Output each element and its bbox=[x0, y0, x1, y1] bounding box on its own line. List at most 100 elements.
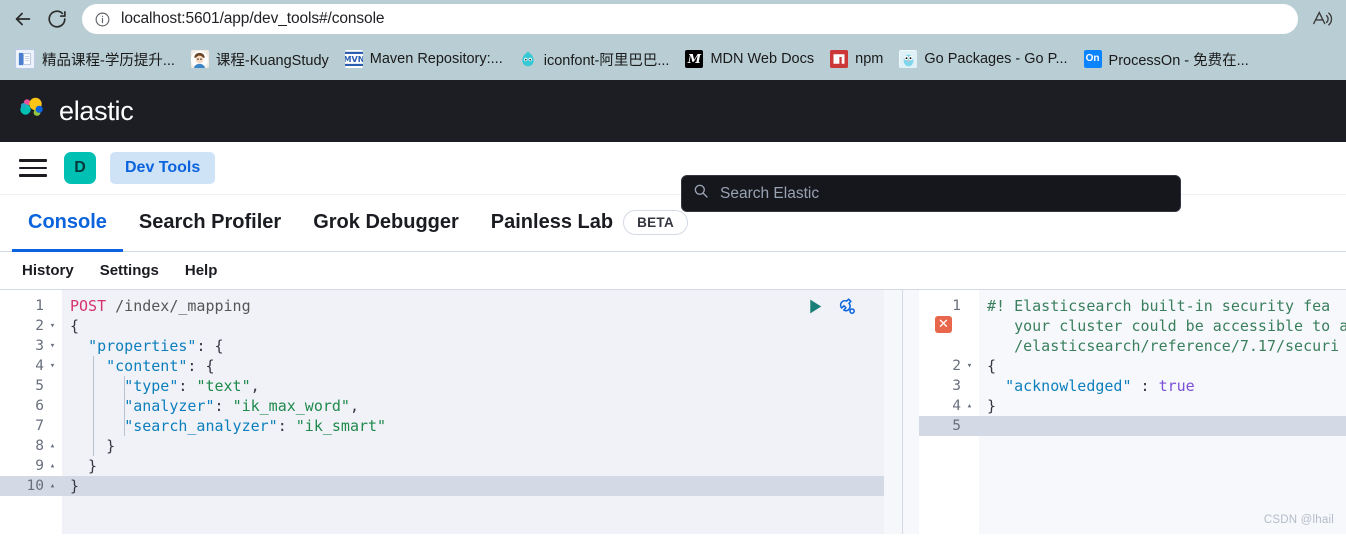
code-token: "content" bbox=[106, 357, 188, 375]
tab-label: Grok Debugger bbox=[313, 211, 459, 233]
code-line: #! Elasticsearch built-in security fea bbox=[979, 296, 1346, 316]
code-line: /elasticsearch/reference/7.17/securi bbox=[979, 336, 1346, 356]
line-number-text: 1 bbox=[952, 298, 961, 314]
code-token: POST bbox=[70, 297, 107, 315]
line-number: 9 ▴ bbox=[0, 456, 62, 476]
indent-guide bbox=[124, 376, 125, 436]
fold-toggle-icon[interactable]: ▴ bbox=[965, 401, 974, 411]
elastic-brand[interactable]: elastic bbox=[16, 93, 134, 130]
tab-search-profiler[interactable]: Search Profiler bbox=[123, 196, 297, 252]
line-number: 3 bbox=[919, 376, 979, 396]
tab-console[interactable]: Console bbox=[12, 196, 123, 252]
line-number: 2 ▾ bbox=[919, 356, 979, 376]
code-token: : bbox=[1131, 377, 1159, 395]
code-token: { bbox=[987, 357, 997, 375]
fold-toggle-icon[interactable]: ▾ bbox=[48, 361, 57, 371]
bookmark-item[interactable]: iconfont-阿里巴巴... bbox=[512, 45, 677, 73]
console-workspace: 1 2 ▾ 3 ▾ 4 ▾ 5 6 7 8 ▴ 9 ▴ 10 ▴ POST /index/_mapping{ … bbox=[0, 290, 1346, 534]
code-token: "analyzer" bbox=[124, 397, 215, 415]
fold-toggle-icon[interactable]: ▾ bbox=[965, 361, 974, 371]
bookmark-item[interactable]: On ProcessOn - 免费在... bbox=[1077, 45, 1256, 73]
breadcrumb[interactable]: Dev Tools bbox=[110, 152, 216, 184]
bookmark-label: 课程-KuangStudy bbox=[215, 52, 329, 69]
nav-menu-button[interactable] bbox=[16, 153, 50, 183]
response-editor[interactable]: ✕ 1 2 ▾ 3 4 ▴ 5 #! Elasticsearch built-in secu… bbox=[919, 290, 1346, 534]
bookmark-item[interactable]: M MDN Web Docs bbox=[678, 45, 821, 73]
elastic-header: elastic Search Elastic bbox=[0, 80, 1346, 212]
code-token: "properties" bbox=[88, 337, 197, 355]
address-bar[interactable]: localhost:5601/app/dev_tools#/console bbox=[82, 4, 1298, 34]
line-number-text: 6 bbox=[35, 398, 44, 414]
mvn-icon: MVN bbox=[344, 50, 363, 68]
line-number: 2 ▾ bbox=[0, 316, 62, 336]
code-token: : bbox=[277, 417, 296, 435]
back-button[interactable] bbox=[6, 2, 40, 36]
code-token: "ik_smart" bbox=[295, 417, 387, 435]
code-line: "search_analyzer": "ik_smart" bbox=[62, 416, 902, 436]
tab-painless-lab[interactable]: Painless Lab BETA bbox=[475, 196, 704, 252]
bookmark-item[interactable]: npm bbox=[823, 45, 890, 73]
fold-toggle-icon[interactable]: ▾ bbox=[48, 341, 57, 351]
processon-icon: On bbox=[1083, 50, 1102, 68]
fold-toggle-icon[interactable]: ▾ bbox=[48, 321, 57, 331]
bookmark-item[interactable]: 精品课程-学历提升... bbox=[8, 45, 182, 73]
code-token: your cluster could be accessible to a bbox=[987, 317, 1346, 335]
line-number: 5 bbox=[919, 416, 979, 436]
fold-toggle-icon[interactable]: ▴ bbox=[48, 461, 57, 471]
request-editor[interactable]: 1 2 ▾ 3 ▾ 4 ▾ 5 6 7 8 ▴ 9 ▴ 10 ▴ POST /index/_mapping{ … bbox=[0, 290, 902, 534]
pane-divider[interactable] bbox=[902, 290, 919, 534]
response-code-area[interactable]: #! Elasticsearch built-in security fea y… bbox=[979, 290, 1346, 534]
console-menu-button[interactable] bbox=[837, 296, 858, 317]
code-line: } bbox=[62, 476, 902, 496]
fold-toggle-icon[interactable]: ▴ bbox=[48, 441, 57, 451]
line-number: 10 ▴ bbox=[0, 476, 62, 496]
bookmark-item[interactable]: 课程-KuangStudy bbox=[184, 45, 336, 73]
code-token: /elasticsearch/reference/7.17/securi bbox=[987, 337, 1340, 355]
avatar-icon bbox=[190, 50, 209, 68]
code-line: "acknowledged" : true bbox=[979, 376, 1346, 396]
line-number: 4 ▾ bbox=[0, 356, 62, 376]
line-number-text: 9 bbox=[35, 458, 44, 474]
line-number: 4 ▴ bbox=[919, 396, 979, 416]
line-number-text: 4 bbox=[35, 358, 44, 374]
bookmark-item[interactable]: Go Packages - Go P... bbox=[892, 45, 1074, 73]
line-number-text: 3 bbox=[952, 378, 961, 394]
code-line bbox=[979, 416, 1346, 436]
line-number-text: 4 bbox=[952, 398, 961, 414]
bookmark-item[interactable]: MVN Maven Repository:... bbox=[338, 45, 510, 73]
code-line: { bbox=[62, 316, 902, 336]
send-request-button[interactable] bbox=[806, 297, 825, 316]
subnav-history[interactable]: History bbox=[12, 258, 84, 283]
global-search-bar[interactable]: Search Elastic bbox=[681, 175, 1181, 212]
code-token: "acknowledged" bbox=[1005, 377, 1132, 395]
code-line: "analyzer": "ik_max_word", bbox=[62, 396, 902, 416]
subnav-settings[interactable]: Settings bbox=[90, 258, 169, 283]
line-number: 6 bbox=[0, 396, 62, 416]
npm-icon bbox=[830, 50, 849, 68]
request-actions bbox=[806, 296, 858, 317]
subnav-help[interactable]: Help bbox=[175, 258, 228, 283]
brand-name: elastic bbox=[59, 95, 134, 126]
bookmark-label: iconfont-阿里巴巴... bbox=[543, 52, 670, 69]
fold-toggle-icon[interactable]: ▴ bbox=[48, 481, 57, 491]
read-aloud-icon bbox=[1313, 11, 1333, 26]
space-avatar[interactable]: D bbox=[64, 152, 96, 184]
read-aloud-button[interactable] bbox=[1304, 2, 1340, 36]
line-number-text: 10 bbox=[26, 478, 44, 494]
response-gutter: ✕ 1 2 ▾ 3 4 ▴ 5 bbox=[919, 290, 979, 534]
request-code-area[interactable]: POST /index/_mapping{ "properties": { "c… bbox=[62, 290, 902, 534]
tab-grok-debugger[interactable]: Grok Debugger bbox=[297, 196, 475, 252]
code-token: : { bbox=[187, 357, 215, 375]
line-number-text: 5 bbox=[952, 418, 961, 434]
request-gutter: 1 2 ▾ 3 ▾ 4 ▾ 5 6 7 8 ▴ 9 ▴ 10 ▴ bbox=[0, 290, 62, 534]
line-number-text: 5 bbox=[35, 378, 44, 394]
line-number bbox=[919, 316, 979, 336]
code-token: : bbox=[178, 377, 197, 395]
beta-badge: BETA bbox=[623, 210, 689, 235]
reload-button[interactable] bbox=[40, 2, 74, 36]
site-info-icon[interactable] bbox=[94, 11, 111, 28]
code-token: } bbox=[987, 397, 997, 415]
